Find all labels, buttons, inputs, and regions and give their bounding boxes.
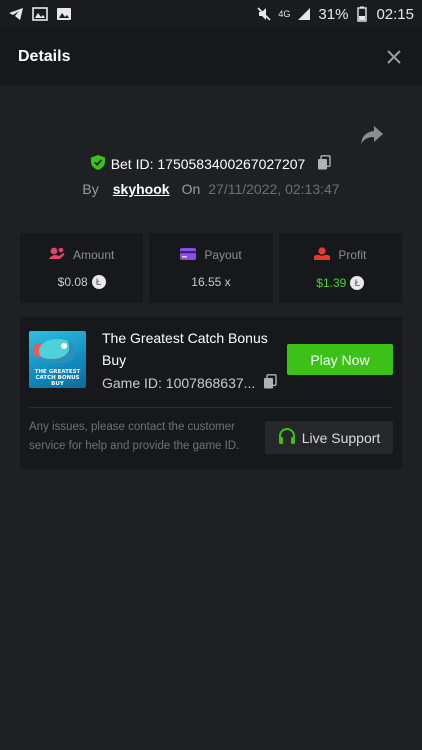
thumbnail-caption: THE GREATEST CATCH BONUS BUY [34,369,81,387]
clock: 02:15 [376,5,414,23]
bet-id: Bet ID: 1750583400267027207 [110,156,306,172]
headset-icon [278,427,296,448]
close-icon[interactable] [384,47,404,67]
gallery-icon [32,6,48,22]
live-support-button[interactable]: Live Support [265,421,393,454]
battery-percent: 31% [318,5,349,23]
payout-value: 16.55 x [191,274,231,289]
copy-game-id-icon[interactable] [263,374,278,392]
game-id-row: Game ID: 1007868637... [102,372,278,394]
profit-value: $1.39 [316,275,347,290]
game-name[interactable]: The Greatest Catch Bonus Buy [102,327,287,371]
copy-bet-id-icon[interactable] [317,155,332,173]
amount-icon [48,247,65,263]
battery-icon [354,6,370,22]
bet-datetime: 27/11/2022, 02:13:47 [208,181,340,197]
image-icon [56,6,72,22]
bet-stats: Amount $0.08 Ł Payout 16.55 x Profit $1.… [20,233,402,303]
page-title: Details [18,48,71,65]
bet-author-row: By skyhook On 27/11/2022, 02:13:47 [0,178,422,200]
game-card: THE GREATEST CATCH BONUS BUY The Greates… [20,317,402,469]
support-notice: Any issues, please contact the customer … [29,421,240,452]
profit-label: Profit [338,248,367,262]
game-thumbnail[interactable]: THE GREATEST CATCH BONUS BUY [29,331,86,388]
play-now-button[interactable]: Play Now [287,344,393,375]
payout-card-icon [180,247,197,263]
on-label: On [181,181,201,197]
bet-id-row: Bet ID: 1750583400267027207 [0,152,422,176]
details-header: Details [0,28,422,86]
payout-label: Payout [204,248,242,262]
verified-shield-icon [90,155,105,173]
share-icon[interactable] [360,124,384,146]
divider [29,407,393,408]
by-label: By [82,181,99,197]
profit-icon [314,246,331,264]
stat-payout: Payout 16.55 x [149,233,273,303]
status-bar: 4G 31% 02:15 [0,0,422,28]
network-label: 4G [278,9,291,19]
amount-label: Amount [72,248,115,262]
litecoin-icon: Ł [350,275,365,290]
signal-icon [296,6,312,22]
stat-amount: Amount $0.08 Ł [20,233,144,303]
litecoin-icon: Ł [91,275,106,289]
stat-profit: Profit $1.39 Ł [278,233,402,303]
mute-icon [256,6,272,22]
live-support-label: Live Support [301,429,381,446]
username-link[interactable]: skyhook [113,181,170,197]
telegram-icon [8,6,24,22]
amount-value: $0.08 [57,275,88,289]
game-id: Game ID: 1007868637... [102,375,256,391]
